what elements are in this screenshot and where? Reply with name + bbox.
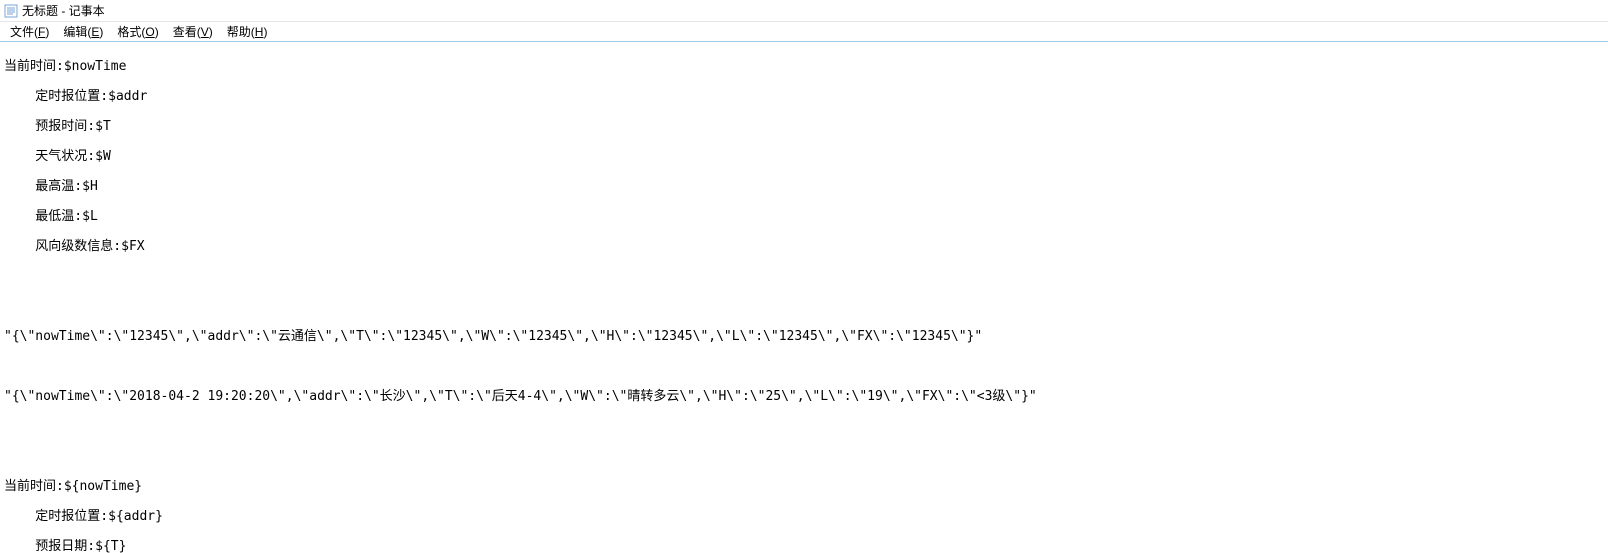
text-line: 当前时间:${nowTime} (4, 479, 1604, 494)
menubar: 文件(F) 编辑(E) 格式(O) 查看(V) 帮助(H) (0, 22, 1608, 42)
text-line (4, 449, 1604, 464)
menu-file[interactable]: 文件(F) (4, 22, 55, 41)
window-title: 无标题 - 记事本 (22, 2, 105, 19)
text-line: 预报时间:$T (4, 119, 1604, 134)
menu-format[interactable]: 格式(O) (111, 22, 164, 41)
text-line: 当前时间:$nowTime (4, 59, 1604, 74)
text-line (4, 299, 1604, 314)
titlebar: 无标题 - 记事本 (0, 0, 1608, 22)
editor-area[interactable]: 当前时间:$nowTime 定时报位置:$addr 预报时间:$T 天气状况:$… (0, 42, 1608, 553)
menu-edit[interactable]: 编辑(E) (57, 22, 109, 41)
text-line: 定时报位置:${addr} (4, 509, 1604, 524)
notepad-icon (4, 4, 18, 18)
text-line (4, 359, 1604, 374)
text-line: 最低温:$L (4, 209, 1604, 224)
text-line: "{\"nowTime\":\"2018-04-2 19:20:20\",\"a… (4, 389, 1604, 404)
text-line: 天气状况:$W (4, 149, 1604, 164)
text-line: "{\"nowTime\":\"12345\",\"addr\":\"云通信\"… (4, 329, 1604, 344)
text-line: 定时报位置:$addr (4, 89, 1604, 104)
text-line: 最高温:$H (4, 179, 1604, 194)
menu-help[interactable]: 帮助(H) (221, 22, 274, 41)
text-line: 风向级数信息:$FX (4, 239, 1604, 254)
text-line: 预报日期:${T} (4, 539, 1604, 553)
text-line (4, 419, 1604, 434)
text-line (4, 269, 1604, 284)
menu-view[interactable]: 查看(V) (167, 22, 219, 41)
